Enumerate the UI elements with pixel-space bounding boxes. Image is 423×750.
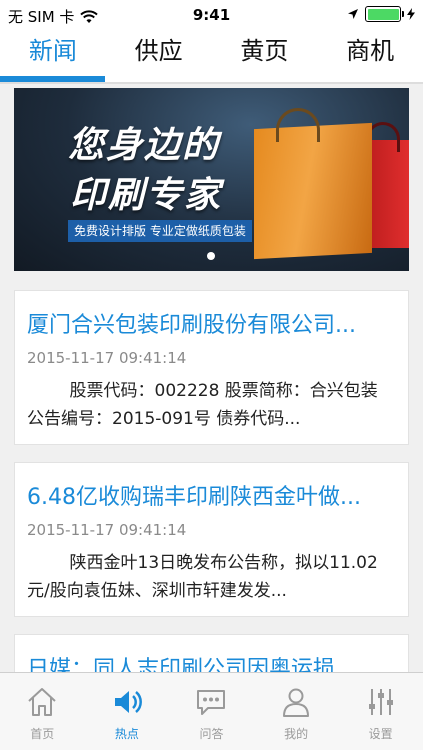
nav-hot[interactable]: 热点 bbox=[85, 673, 170, 750]
chat-bubble-icon bbox=[197, 690, 226, 715]
news-summary: 股票代码：002228 股票简称：合兴包装 公告编号：2015-091号 债券代… bbox=[27, 381, 378, 429]
nav-home-label: 首页 bbox=[30, 727, 55, 741]
charging-bolt-icon bbox=[407, 8, 415, 20]
tab-yellow-pages[interactable]: 黄页 bbox=[212, 30, 318, 84]
nav-settings[interactable]: 设置 bbox=[338, 673, 423, 750]
banner-subtitle: 免费设计排版 专业定做纸质包装 bbox=[68, 220, 252, 242]
news-summary: 陕西金叶13日晚发布公告称，拟以11.02元/股向袁伍妹、深圳市轩建发发... bbox=[27, 553, 378, 601]
banner-headline-line2: 印刷专家 bbox=[70, 175, 223, 216]
nav-home[interactable]: 首页 bbox=[0, 673, 85, 750]
bottom-tab-bar: 首页 热点 问答 我的 设置 bbox=[0, 672, 423, 750]
status-right bbox=[347, 6, 415, 22]
person-icon bbox=[283, 688, 310, 717]
banner-headline-line1: 您身边的 bbox=[68, 125, 221, 166]
news-card[interactable]: 厦门合兴包装印刷股份有限公司... 2015-11-17 09:41:14 股票… bbox=[14, 290, 409, 445]
news-title[interactable]: 6.48亿收购瑞丰印刷陕西金叶做... bbox=[27, 479, 396, 511]
speaker-icon bbox=[114, 691, 142, 713]
news-card[interactable]: 6.48亿收购瑞丰印刷陕西金叶做... 2015-11-17 09:41:14 … bbox=[14, 462, 409, 617]
nav-qa[interactable]: 问答 bbox=[169, 673, 254, 750]
battery-icon bbox=[365, 6, 404, 22]
orange-bag-image bbox=[254, 122, 372, 260]
promo-banner[interactable]: 您身边的 印刷专家 免费设计排版 专业定做纸质包装 bbox=[14, 88, 409, 271]
news-date: 2015-11-17 09:41:14 bbox=[27, 349, 187, 367]
nav-qa-label: 问答 bbox=[199, 727, 224, 741]
location-arrow-icon bbox=[348, 9, 358, 19]
tab-supply[interactable]: 供应 bbox=[106, 30, 212, 84]
orange-bag-handle bbox=[276, 108, 320, 142]
tab-divider bbox=[0, 82, 423, 84]
carousel-dot[interactable] bbox=[207, 252, 215, 260]
tab-business[interactable]: 商机 bbox=[317, 30, 423, 84]
status-bar: 无 SIM 卡 9:41 bbox=[0, 0, 423, 30]
news-date: 2015-11-17 09:41:14 bbox=[27, 521, 187, 539]
nav-hot-label: 热点 bbox=[114, 727, 139, 741]
nav-mine[interactable]: 我的 bbox=[254, 673, 339, 750]
nav-mine-label: 我的 bbox=[284, 727, 309, 741]
news-title[interactable]: 厦门合兴包装印刷股份有限公司... bbox=[27, 307, 396, 339]
nav-settings-label: 设置 bbox=[368, 727, 393, 741]
sliders-icon bbox=[368, 689, 393, 715]
home-icon bbox=[28, 688, 56, 716]
